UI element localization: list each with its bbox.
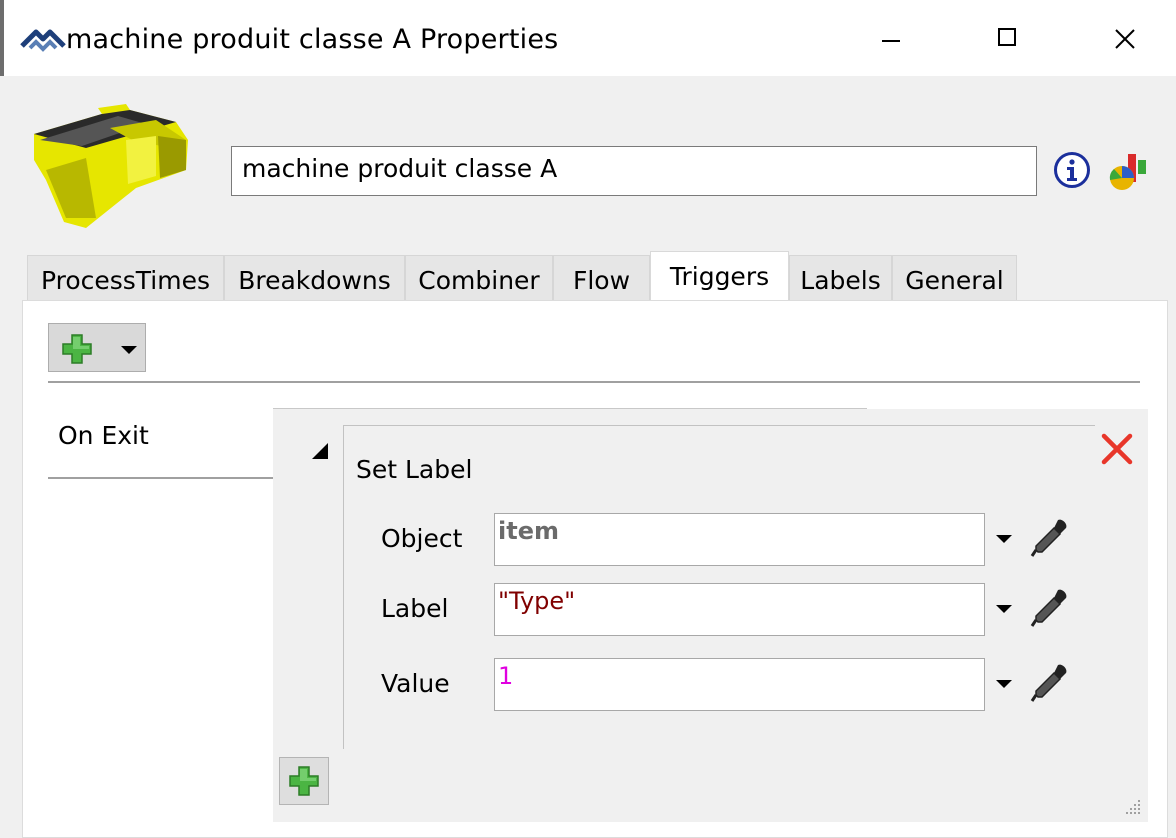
- tab-labels[interactable]: Labels: [789, 255, 892, 301]
- maximize-icon: [998, 28, 1016, 46]
- app-logo-icon: [20, 29, 66, 52]
- tab-general[interactable]: General: [892, 255, 1017, 301]
- add-trigger-button[interactable]: [48, 323, 146, 372]
- add-action-button[interactable]: [279, 757, 329, 805]
- eyedropper-icon[interactable]: [1028, 661, 1072, 705]
- window-title: machine produit classe A Properties: [66, 24, 559, 55]
- minimize-button[interactable]: [860, 14, 918, 64]
- collapse-arrow-icon[interactable]: [312, 443, 328, 459]
- tab-breakdowns[interactable]: Breakdowns: [224, 255, 405, 301]
- chevron-down-icon[interactable]: [996, 605, 1012, 613]
- object-field-input[interactable]: item: [494, 513, 985, 566]
- plus-icon: [62, 334, 92, 364]
- divider: [273, 408, 867, 409]
- plus-icon: [289, 766, 319, 796]
- title-bar: machine produit classe A Properties: [0, 0, 1176, 76]
- action-title: Set Label: [356, 455, 473, 484]
- eyedropper-icon[interactable]: [1028, 516, 1072, 560]
- minimize-icon: [882, 40, 900, 42]
- tab-combiner[interactable]: Combiner: [405, 255, 553, 301]
- chevron-down-icon: [121, 346, 137, 354]
- resize-grip-icon[interactable]: [1122, 798, 1144, 818]
- info-icon[interactable]: [1053, 151, 1091, 189]
- tab-flow[interactable]: Flow: [553, 255, 650, 301]
- value-field-input[interactable]: 1: [494, 658, 985, 711]
- close-button[interactable]: [1096, 14, 1154, 64]
- chevron-down-icon[interactable]: [996, 535, 1012, 543]
- tab-processtimes[interactable]: ProcessTimes: [27, 255, 224, 301]
- chevron-down-icon[interactable]: [996, 680, 1012, 688]
- close-icon: [1115, 29, 1135, 49]
- divider: [48, 381, 1140, 383]
- object-name-input[interactable]: machine produit classe A: [231, 146, 1037, 196]
- object-3d-preview: [34, 104, 188, 228]
- statistics-icon[interactable]: [1106, 150, 1150, 194]
- tab-triggers[interactable]: Triggers: [650, 251, 789, 303]
- label-field-label: Label: [381, 594, 449, 623]
- label-field-input[interactable]: "Type": [494, 583, 985, 636]
- remove-action-icon[interactable]: [1098, 430, 1136, 468]
- trigger-item-on-exit[interactable]: On Exit: [58, 421, 149, 450]
- divider: [48, 477, 274, 479]
- maximize-button[interactable]: [980, 14, 1038, 64]
- eyedropper-icon[interactable]: [1028, 586, 1072, 630]
- object-field-label: Object: [381, 524, 463, 553]
- value-field-label: Value: [381, 669, 450, 698]
